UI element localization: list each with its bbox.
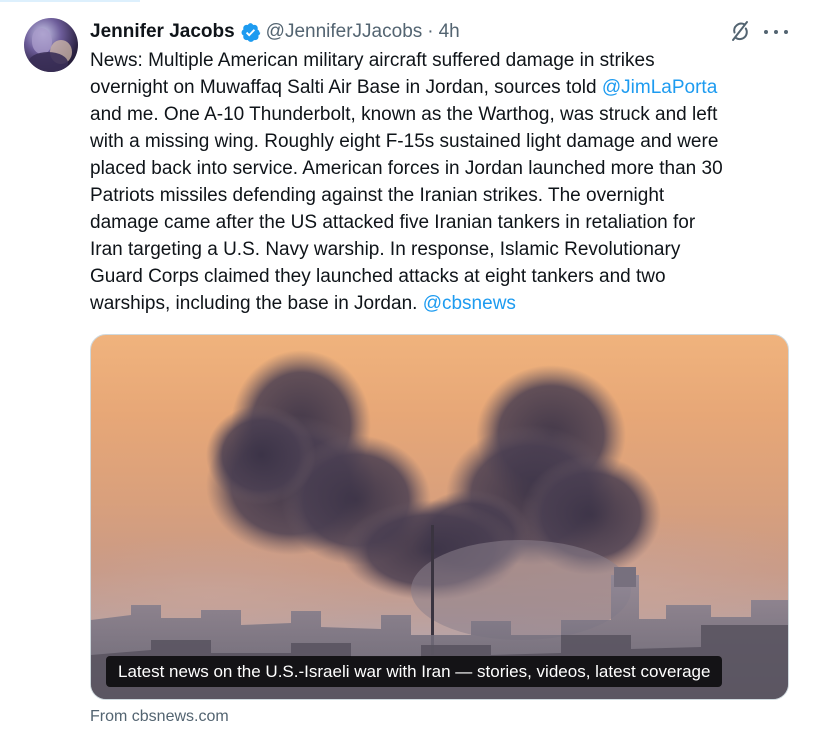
tweet-text-line: placed back into service. American force… xyxy=(90,158,723,179)
tweet-text-line: Patriots missiles defending against the … xyxy=(90,185,665,206)
avatar[interactable] xyxy=(24,18,78,72)
header-separator: · xyxy=(427,21,434,42)
tweet[interactable]: Jennifer Jacobs @JenniferJJacobs · 4h Ne… xyxy=(0,0,828,735)
more-options-icon[interactable] xyxy=(764,22,788,42)
author-name[interactable]: Jennifer Jacobs xyxy=(90,21,235,43)
verified-badge-icon xyxy=(241,22,260,42)
avatar-shape xyxy=(28,52,68,72)
mention-link[interactable]: @JimLaPorta xyxy=(602,77,717,98)
link-card[interactable]: Latest news on the U.S.-Israeli war with… xyxy=(90,334,789,700)
tweet-text-line: overnight on Muwaffaq Salti Air Base in … xyxy=(90,77,718,98)
card-image xyxy=(91,350,788,699)
more-dot xyxy=(764,30,768,34)
avatar-shape xyxy=(32,28,52,54)
mention-link[interactable]: @cbsnews xyxy=(423,293,516,314)
grok-icon[interactable] xyxy=(728,19,752,43)
tweet-text-line: Guard Corps claimed they launched attack… xyxy=(90,266,666,287)
tweet-text: News: Multiple American military aircraf… xyxy=(90,47,800,317)
tweet-text-line: Iran targeting a U.S. Navy warship. In r… xyxy=(90,239,681,260)
tweet-text-line: News: Multiple American military aircraf… xyxy=(90,50,655,71)
more-dot xyxy=(784,30,788,34)
tweet-text-line: with a missing wing. Roughly eight F-15s… xyxy=(90,131,719,152)
tweet-text-line: and me. One A-10 Thunderbolt, known as t… xyxy=(90,104,718,125)
card-source[interactable]: From cbsnews.com xyxy=(90,708,229,726)
tweet-text-line: damage came after the US attacked five I… xyxy=(90,212,696,233)
tweet-header: Jennifer Jacobs @JenniferJJacobs · 4h xyxy=(90,20,460,44)
more-dot xyxy=(774,30,778,34)
author-handle[interactable]: @JenniferJJacobs xyxy=(266,21,423,43)
card-caption: Latest news on the U.S.-Israeli war with… xyxy=(106,656,723,687)
tweet-timestamp[interactable]: 4h xyxy=(439,21,460,43)
tweet-text-line: warships, including the base in Jordan. … xyxy=(90,293,516,314)
